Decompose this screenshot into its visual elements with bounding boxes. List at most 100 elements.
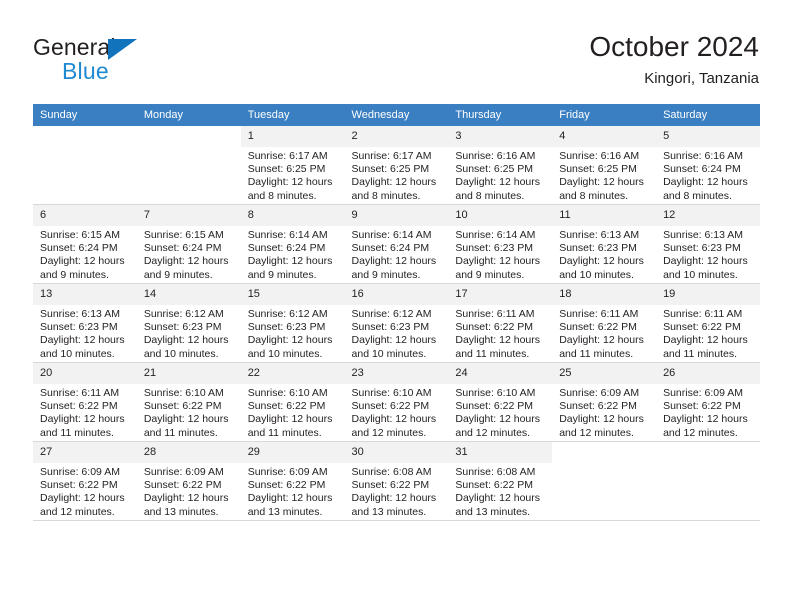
day-cell[interactable]: 31 Sunrise: 6:08 AM Sunset: 6:22 PM Dayl… <box>448 441 553 521</box>
day-cell-empty <box>33 126 137 205</box>
sunrise-text: Sunrise: 6:09 AM <box>143 466 224 478</box>
day-number: 5 <box>656 126 760 147</box>
day-cell[interactable]: 17 Sunrise: 6:11 AM Sunset: 6:22 PM Dayl… <box>448 283 553 363</box>
day-number: 28 <box>136 442 241 463</box>
day-cell[interactable]: 14 Sunrise: 6:12 AM Sunset: 6:23 PM Dayl… <box>136 283 241 363</box>
daylight-text-line1: Daylight: 12 hours <box>559 413 644 426</box>
day-number: 31 <box>448 442 553 463</box>
day-cell[interactable]: 24 Sunrise: 6:10 AM Sunset: 6:22 PM Dayl… <box>448 362 553 442</box>
sunrise-text: Sunrise: 6:09 AM <box>663 387 744 399</box>
day-number: 4 <box>552 126 657 147</box>
sunset-text: Sunset: 6:25 PM <box>247 163 326 176</box>
day-cell[interactable]: 21 Sunrise: 6:10 AM Sunset: 6:22 PM Dayl… <box>136 362 241 442</box>
day-cell[interactable]: 10 Sunrise: 6:14 AM Sunset: 6:23 PM Dayl… <box>448 204 553 284</box>
daylight-text-line2: and 10 minutes. <box>143 347 219 360</box>
daylight-text-line1: Daylight: 12 hours <box>247 255 333 268</box>
day-cell[interactable]: 19 Sunrise: 6:11 AM Sunset: 6:22 PM Dayl… <box>656 283 760 363</box>
page-header: General Blue October 2024 Kingori, Tanza… <box>33 30 759 92</box>
day-cell[interactable]: 3 Sunrise: 6:16 AM Sunset: 6:25 PM Dayli… <box>448 126 553 205</box>
day-cell[interactable]: 28 Sunrise: 6:09 AM Sunset: 6:22 PM Dayl… <box>136 441 241 521</box>
sunrise-text: Sunrise: 6:10 AM <box>143 387 224 399</box>
day-cell[interactable]: 7 Sunrise: 6:15 AM Sunset: 6:24 PM Dayli… <box>136 204 241 284</box>
day-number <box>33 126 137 147</box>
day-cell[interactable]: 2 Sunrise: 6:17 AM Sunset: 6:25 PM Dayli… <box>344 126 449 205</box>
day-info: Sunrise: 6:08 AM Sunset: 6:22 PM Dayligh… <box>345 463 449 519</box>
daylight-text-line2: and 13 minutes. <box>247 505 323 518</box>
day-info: Sunrise: 6:09 AM Sunset: 6:22 PM Dayligh… <box>241 463 345 519</box>
day-number: 25 <box>552 363 657 384</box>
logo-text-general: General <box>33 34 116 60</box>
day-info: Sunrise: 6:13 AM Sunset: 6:23 PM Dayligh… <box>33 305 137 361</box>
calendar-body: 1 Sunrise: 6:17 AM Sunset: 6:25 PM Dayli… <box>33 126 760 521</box>
day-cell[interactable]: 9 Sunrise: 6:14 AM Sunset: 6:24 PM Dayli… <box>344 204 449 284</box>
day-cell[interactable]: 1 Sunrise: 6:17 AM Sunset: 6:25 PM Dayli… <box>240 126 345 205</box>
day-cell-empty <box>552 441 657 521</box>
day-info: Sunrise: 6:11 AM Sunset: 6:22 PM Dayligh… <box>656 305 760 361</box>
day-cell[interactable]: 30 Sunrise: 6:08 AM Sunset: 6:22 PM Dayl… <box>344 441 449 521</box>
sunrise-text: Sunrise: 6:13 AM <box>40 308 120 320</box>
day-cell[interactable]: 4 Sunrise: 6:16 AM Sunset: 6:25 PM Dayli… <box>552 126 657 205</box>
day-number: 16 <box>344 284 449 305</box>
day-info: Sunrise: 6:16 AM Sunset: 6:24 PM Dayligh… <box>656 147 760 203</box>
calendar-week-row: 27 Sunrise: 6:09 AM Sunset: 6:22 PM Dayl… <box>33 441 760 521</box>
day-cell[interactable]: 26 Sunrise: 6:09 AM Sunset: 6:22 PM Dayl… <box>656 362 760 442</box>
day-info: Sunrise: 6:15 AM Sunset: 6:24 PM Dayligh… <box>137 226 241 282</box>
daylight-text-line2: and 12 minutes. <box>351 426 427 439</box>
day-cell[interactable]: 29 Sunrise: 6:09 AM Sunset: 6:22 PM Dayl… <box>240 441 345 521</box>
day-cell[interactable]: 8 Sunrise: 6:14 AM Sunset: 6:24 PM Dayli… <box>240 204 345 284</box>
day-cell[interactable]: 20 Sunrise: 6:11 AM Sunset: 6:22 PM Dayl… <box>33 362 137 442</box>
sunrise-text: Sunrise: 6:16 AM <box>455 150 536 162</box>
logo-triangle-icon <box>108 39 137 60</box>
day-number: 12 <box>656 205 760 226</box>
day-info: Sunrise: 6:12 AM Sunset: 6:23 PM Dayligh… <box>345 305 449 361</box>
sunset-text: Sunset: 6:24 PM <box>247 242 326 255</box>
daylight-text-line1: Daylight: 12 hours <box>143 255 229 268</box>
day-cell[interactable]: 12 Sunrise: 6:13 AM Sunset: 6:23 PM Dayl… <box>656 204 760 284</box>
daylight-text-line1: Daylight: 12 hours <box>559 176 644 189</box>
sunset-text: Sunset: 6:22 PM <box>40 479 118 492</box>
day-cell[interactable]: 27 Sunrise: 6:09 AM Sunset: 6:22 PM Dayl… <box>33 441 137 521</box>
day-cell[interactable]: 15 Sunrise: 6:12 AM Sunset: 6:23 PM Dayl… <box>240 283 345 363</box>
day-cell[interactable]: 13 Sunrise: 6:13 AM Sunset: 6:23 PM Dayl… <box>33 283 137 363</box>
day-cell[interactable]: 11 Sunrise: 6:13 AM Sunset: 6:23 PM Dayl… <box>552 204 657 284</box>
daylight-text-line1: Daylight: 12 hours <box>351 492 437 505</box>
day-cell[interactable]: 25 Sunrise: 6:09 AM Sunset: 6:22 PM Dayl… <box>552 362 657 442</box>
sunset-text: Sunset: 6:22 PM <box>143 400 222 413</box>
sunset-text: Sunset: 6:22 PM <box>559 321 637 334</box>
day-info: Sunrise: 6:09 AM Sunset: 6:22 PM Dayligh… <box>552 384 656 440</box>
calendar-page: General Blue October 2024 Kingori, Tanza… <box>0 0 792 612</box>
daylight-text-line1: Daylight: 12 hours <box>351 413 437 426</box>
day-cell[interactable]: 23 Sunrise: 6:10 AM Sunset: 6:22 PM Dayl… <box>344 362 449 442</box>
day-number <box>656 442 760 463</box>
day-cell[interactable]: 6 Sunrise: 6:15 AM Sunset: 6:24 PM Dayli… <box>33 204 137 284</box>
day-number: 1 <box>240 126 345 147</box>
daylight-text-line1: Daylight: 12 hours <box>40 255 125 268</box>
day-cell[interactable]: 18 Sunrise: 6:11 AM Sunset: 6:22 PM Dayl… <box>552 283 657 363</box>
sunrise-text: Sunrise: 6:15 AM <box>40 229 120 241</box>
sunrise-text: Sunrise: 6:10 AM <box>247 387 328 399</box>
sunset-text: Sunset: 6:25 PM <box>455 163 534 176</box>
sunset-text: Sunset: 6:25 PM <box>559 163 637 176</box>
sunrise-text: Sunrise: 6:12 AM <box>247 308 328 320</box>
sunrise-text: Sunrise: 6:11 AM <box>663 308 743 320</box>
daylight-text-line2: and 13 minutes. <box>455 505 531 518</box>
calendar-week-row: 1 Sunrise: 6:17 AM Sunset: 6:25 PM Dayli… <box>33 126 760 205</box>
daylight-text-line2: and 8 minutes. <box>351 189 421 202</box>
day-cell[interactable]: 22 Sunrise: 6:10 AM Sunset: 6:22 PM Dayl… <box>240 362 345 442</box>
day-cell-empty <box>136 126 241 205</box>
sunset-text: Sunset: 6:22 PM <box>351 400 430 413</box>
sunrise-text: Sunrise: 6:17 AM <box>247 150 328 162</box>
day-cell[interactable]: 16 Sunrise: 6:12 AM Sunset: 6:23 PM Dayl… <box>344 283 449 363</box>
sunrise-text: Sunrise: 6:16 AM <box>559 150 640 162</box>
day-number: 23 <box>344 363 449 384</box>
sunset-text: Sunset: 6:22 PM <box>247 479 326 492</box>
daylight-text-line2: and 9 minutes. <box>351 268 421 281</box>
day-number: 30 <box>344 442 449 463</box>
sunrise-text: Sunrise: 6:11 AM <box>559 308 639 320</box>
day-cell[interactable]: 5 Sunrise: 6:16 AM Sunset: 6:24 PM Dayli… <box>656 126 760 205</box>
daylight-text-line1: Daylight: 12 hours <box>455 176 541 189</box>
sunrise-text: Sunrise: 6:14 AM <box>455 229 536 241</box>
sunrise-text: Sunrise: 6:12 AM <box>143 308 224 320</box>
weekday-header-sunday: Sunday <box>33 104 137 126</box>
daylight-text-line1: Daylight: 12 hours <box>455 334 541 347</box>
